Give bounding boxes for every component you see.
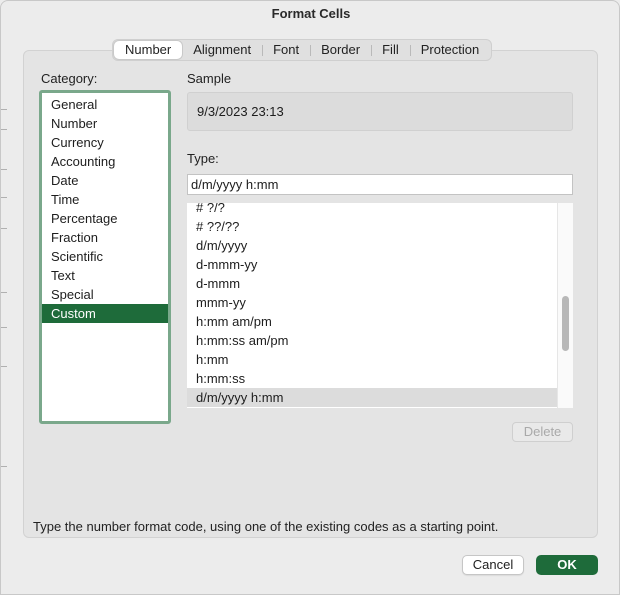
format-item[interactable]: # ?/?: [187, 203, 557, 217]
delete-button[interactable]: Delete: [512, 422, 573, 442]
category-item-general[interactable]: General: [42, 95, 168, 114]
tab-border[interactable]: Border: [310, 41, 371, 59]
background-gridline: [1, 366, 7, 367]
type-input[interactable]: [187, 174, 573, 195]
format-code-list[interactable]: # ?/? # ??/?? d/m/yyyy d-mmm-yy d-mmm mm…: [187, 203, 573, 408]
tab-protection[interactable]: Protection: [409, 41, 491, 59]
sample-label: Sample: [187, 71, 232, 86]
category-item-custom[interactable]: Custom: [42, 304, 168, 323]
category-item-accounting[interactable]: Accounting: [42, 152, 168, 171]
type-label: Type:: [187, 151, 219, 166]
format-item[interactable]: d-mmm: [187, 274, 557, 293]
tab-number[interactable]: Number: [114, 41, 183, 59]
background-gridline: [1, 292, 7, 293]
background-gridline: [1, 197, 7, 198]
format-item[interactable]: # ??/??: [187, 217, 557, 236]
category-item-scientific[interactable]: Scientific: [42, 247, 168, 266]
category-item-number[interactable]: Number: [42, 114, 168, 133]
tab-alignment[interactable]: Alignment: [182, 41, 262, 59]
category-list[interactable]: General Number Currency Accounting Date …: [39, 90, 171, 424]
format-list-scrollbar[interactable]: [557, 203, 573, 408]
category-item-currency[interactable]: Currency: [42, 133, 168, 152]
format-item[interactable]: h:mm:ss: [187, 369, 557, 388]
format-cells-dialog: Format Cells Number Alignment Font Borde…: [0, 0, 620, 595]
category-label: Category:: [41, 71, 98, 86]
format-item[interactable]: h:mm am/pm: [187, 312, 557, 331]
tab-fill[interactable]: Fill: [371, 41, 410, 59]
background-gridline: [1, 129, 7, 130]
format-item[interactable]: mmm-yy: [187, 293, 557, 312]
category-item-fraction[interactable]: Fraction: [42, 228, 168, 247]
format-item[interactable]: d-mmm-yy: [187, 255, 557, 274]
tab-font[interactable]: Font: [262, 41, 310, 59]
tab-bar: Number Alignment Font Border Fill Protec…: [112, 39, 493, 61]
instruction-text: Type the number format code, using one o…: [33, 519, 499, 534]
format-item[interactable]: h:mm:ss am/pm: [187, 331, 557, 350]
format-item[interactable]: d/m/yyyy: [187, 236, 557, 255]
format-item[interactable]: h:mm: [187, 350, 557, 369]
background-gridline: [1, 327, 7, 328]
ok-button[interactable]: OK: [536, 555, 598, 575]
category-item-date[interactable]: Date: [42, 171, 168, 190]
background-gridline: [1, 466, 7, 467]
category-item-percentage[interactable]: Percentage: [42, 209, 168, 228]
format-item-selected[interactable]: d/m/yyyy h:mm: [187, 388, 557, 407]
dialog-title: Format Cells: [271, 6, 351, 21]
background-gridline: [1, 169, 7, 170]
background-gridline: [1, 228, 7, 229]
background-gridline: [1, 109, 7, 110]
category-item-time[interactable]: Time: [42, 190, 168, 209]
category-item-special[interactable]: Special: [42, 285, 168, 304]
sample-preview: 9/3/2023 23:13: [187, 92, 573, 131]
cancel-button[interactable]: Cancel: [462, 555, 524, 575]
scrollbar-thumb[interactable]: [562, 296, 569, 351]
category-item-text[interactable]: Text: [42, 266, 168, 285]
